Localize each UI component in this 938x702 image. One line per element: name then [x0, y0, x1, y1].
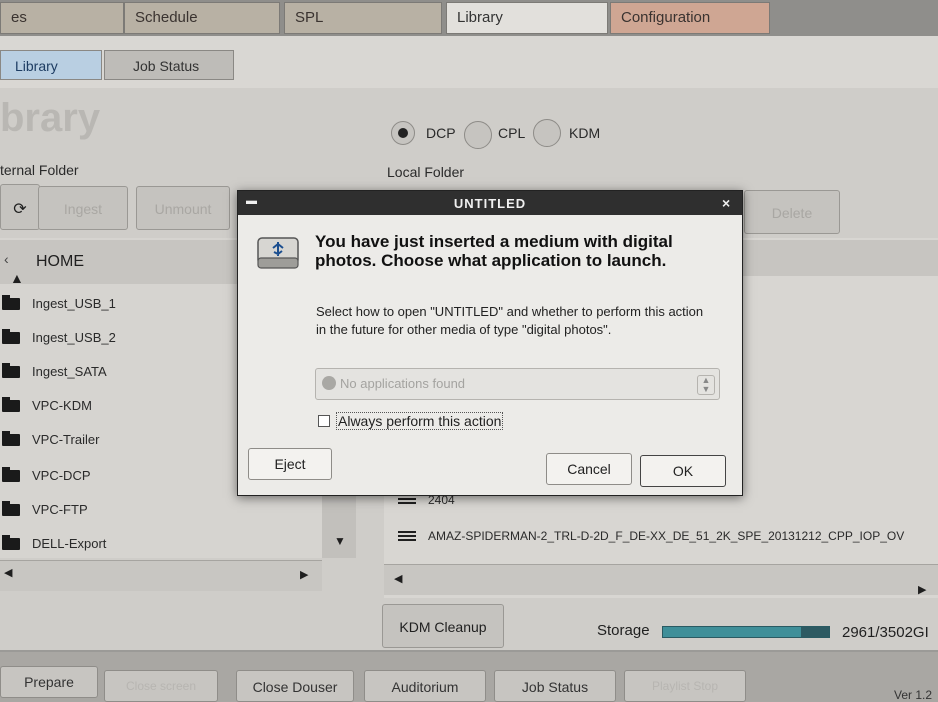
unmount-button[interactable]: Unmount: [136, 186, 230, 230]
application-select[interactable]: No applications found ▲ ▼: [315, 368, 720, 400]
scroll-left-icon[interactable]: ◀: [4, 566, 12, 579]
auditorium-button[interactable]: Auditorium: [364, 670, 486, 702]
subtab-job-status[interactable]: Job Status: [104, 50, 234, 80]
cancel-button[interactable]: Cancel: [546, 453, 632, 485]
page-title: brary: [0, 96, 101, 140]
scroll-right-icon[interactable]: ▶: [300, 568, 308, 581]
kdm-cleanup-button[interactable]: KDM Cleanup: [382, 604, 504, 648]
refresh-icon: ⟳: [13, 201, 27, 218]
refresh-button[interactable]: ⟳: [0, 184, 40, 230]
application-select-value: No applications found: [340, 376, 466, 391]
tab-first[interactable]: es: [0, 2, 124, 34]
subtab-library[interactable]: Library: [0, 50, 102, 80]
eject-button[interactable]: Eject: [248, 448, 332, 480]
playlist-stop-button[interactable]: Playlist Stop: [624, 670, 746, 702]
delete-button[interactable]: Delete: [744, 190, 840, 234]
list-item[interactable]: AMAZ-SPIDERMAN-2_TRL-D-2D_F_DE-XX_DE_51_…: [398, 528, 938, 550]
close-icon[interactable]: ×: [722, 195, 731, 211]
always-perform-label[interactable]: Always perform this action: [336, 412, 504, 430]
folder-icon: [2, 431, 20, 446]
close-screen-button[interactable]: Close screen: [104, 670, 218, 702]
storage-label: Storage: [597, 622, 650, 639]
folder-icon: [2, 501, 20, 516]
folder-icon: [2, 295, 20, 310]
tab-spl[interactable]: SPL: [284, 2, 442, 34]
folder-icon: [2, 535, 20, 550]
dialog-title: UNTITLED: [453, 196, 527, 211]
external-folder-label: ternal Folder: [0, 162, 79, 178]
list-item[interactable]: DELL-Export: [0, 528, 330, 562]
close-douser-button[interactable]: Close Douser: [236, 670, 354, 702]
dialog-titlebar: ▬ UNTITLED ×: [238, 191, 742, 215]
radio-cpl-label: CPL: [498, 125, 526, 141]
mouse-cursor-icon: ▲: [10, 270, 24, 286]
storage-value: 2961/3502GI: [842, 624, 929, 641]
no-entry-icon: [322, 376, 336, 390]
dcp-stack-icon: [398, 531, 416, 543]
tab-configuration[interactable]: Configuration: [610, 2, 770, 34]
ok-button[interactable]: OK: [640, 455, 726, 487]
radio-dcp-label: DCP: [426, 125, 456, 141]
prepare-button[interactable]: Prepare: [0, 666, 98, 698]
radio-cpl[interactable]: [464, 121, 492, 149]
back-arrow-icon[interactable]: ‹: [4, 251, 9, 267]
ingest-button[interactable]: Ingest: [38, 186, 128, 230]
right-horizontal-scrollbar[interactable]: [384, 564, 938, 595]
folder-icon: [2, 397, 20, 412]
dialog-heading: You have just inserted a medium with dig…: [315, 232, 673, 270]
folder-icon: [2, 363, 20, 378]
local-folder-label: Local Folder: [387, 164, 465, 180]
scroll-left-icon[interactable]: ◀: [394, 572, 402, 585]
radio-kdm-label: KDM: [569, 125, 601, 141]
always-perform-checkbox[interactable]: [318, 415, 330, 427]
radio-kdm[interactable]: [533, 119, 561, 147]
left-horizontal-scrollbar[interactable]: [0, 560, 322, 591]
home-label: HOME: [36, 253, 84, 270]
radio-dcp[interactable]: [391, 121, 415, 145]
folder-icon: [2, 329, 20, 344]
scroll-right-icon[interactable]: ▶: [918, 583, 926, 596]
folder-icon: [2, 467, 20, 482]
storage-bar-used: [801, 627, 829, 637]
select-arrows-icon: ▲ ▼: [697, 375, 715, 395]
tab-schedule[interactable]: Schedule: [124, 2, 280, 34]
dialog-description: Select how to open "UNTITLED" and whethe…: [316, 304, 704, 337]
usb-drive-icon: [256, 234, 300, 272]
version-label: Ver 1.2: [894, 688, 933, 702]
scroll-down-icon[interactable]: ▼: [334, 534, 346, 548]
list-item[interactable]: VPC-FTP: [0, 494, 330, 528]
job-status-button[interactable]: Job Status: [494, 670, 616, 702]
tab-library[interactable]: Library: [446, 2, 608, 34]
